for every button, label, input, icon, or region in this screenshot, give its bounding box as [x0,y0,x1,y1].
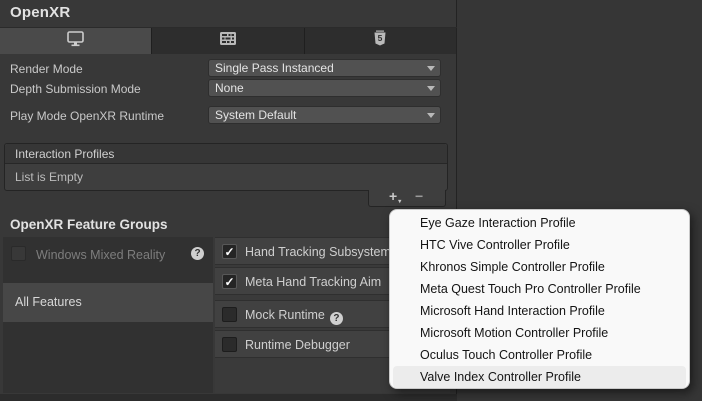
tab-standalone[interactable] [0,28,152,54]
interaction-profiles-list: Interaction Profiles List is Empty [4,143,448,191]
play-mode-runtime-label: Play Mode OpenXR Runtime [10,109,164,123]
chevron-down-icon [427,86,435,91]
hand-tracking-subsystem-checkbox[interactable] [222,244,237,259]
meta-hand-tracking-aim-checkbox[interactable] [222,274,237,289]
depth-submission-mode-label: Depth Submission Mode [10,82,141,96]
menu-item-microsoft-hand[interactable]: Microsoft Hand Interaction Profile [390,300,689,322]
remove-profile-button[interactable]: − [415,188,423,204]
interaction-profiles-header: Interaction Profiles [5,144,447,164]
help-icon[interactable]: ? [191,247,204,260]
svg-text:5: 5 [378,33,383,43]
sidebar-item-all-features[interactable]: All Features [3,283,213,322]
chevron-down-icon: ▾ [398,199,401,205]
menu-item-valve-index[interactable]: Valve Index Controller Profile [393,366,686,388]
depth-submission-mode-dropdown[interactable]: None [208,79,441,97]
mock-runtime-checkbox[interactable] [222,307,237,322]
page-title: OpenXR [10,4,70,21]
menu-item-oculus-touch[interactable]: Oculus Touch Controller Profile [390,344,689,366]
mock-runtime-label: Mock Runtime? [245,301,343,328]
play-mode-runtime-dropdown[interactable]: System Default [208,106,441,124]
render-mode-dropdown[interactable]: Single Pass Instanced [208,59,441,77]
tab-web[interactable]: 5 [305,28,456,54]
windows-mixed-reality-label: Windows Mixed Reality [36,248,165,262]
chevron-down-icon [427,113,435,118]
platform-tabbar: 5 [0,28,456,54]
render-mode-label: Render Mode [10,62,83,76]
menu-item-htc-vive[interactable]: HTC Vive Controller Profile [390,234,689,256]
interaction-profiles-list-footer: +▾ − [368,190,446,207]
render-mode-value: Single Pass Instanced [215,61,334,75]
web-shield-icon: 5 [373,30,387,52]
depth-submission-mode-value: None [215,81,244,95]
menu-item-khronos-simple[interactable]: Khronos Simple Controller Profile [390,256,689,278]
feature-groups-sidebar: Windows Mixed Reality ? All Features [3,237,213,393]
add-profile-button[interactable]: +▾ [389,188,401,205]
hand-tracking-subsystem-label: Hand Tracking Subsystem [245,238,391,265]
meta-hand-tracking-aim-label: Meta Hand Tracking Aim [245,268,381,295]
menu-item-meta-quest-touch-pro[interactable]: Meta Quest Touch Pro Controller Profile [390,278,689,300]
windows-mixed-reality-checkbox[interactable] [11,246,26,261]
menu-item-eye-gaze[interactable]: Eye Gaze Interaction Profile [390,212,689,234]
runtime-debugger-checkbox[interactable] [222,337,237,352]
chevron-down-icon [427,66,435,71]
runtime-debugger-label: Runtime Debugger [245,331,350,358]
sidebar-item-windows-mixed-reality[interactable]: Windows Mixed Reality ? [3,237,213,271]
play-mode-runtime-value: System Default [215,108,296,122]
panel-bottom-strip [0,394,457,401]
monitor-icon [66,30,85,52]
add-profile-context-menu: Eye Gaze Interaction Profile HTC Vive Co… [389,209,690,389]
all-features-label: All Features [15,283,82,322]
feature-groups-title: OpenXR Feature Groups [10,217,168,232]
interaction-profiles-empty-text: List is Empty [5,164,447,190]
menu-item-microsoft-motion[interactable]: Microsoft Motion Controller Profile [390,322,689,344]
help-icon[interactable]: ? [330,312,343,325]
server-rack-icon [219,31,237,51]
tab-platform-2[interactable] [152,28,304,54]
